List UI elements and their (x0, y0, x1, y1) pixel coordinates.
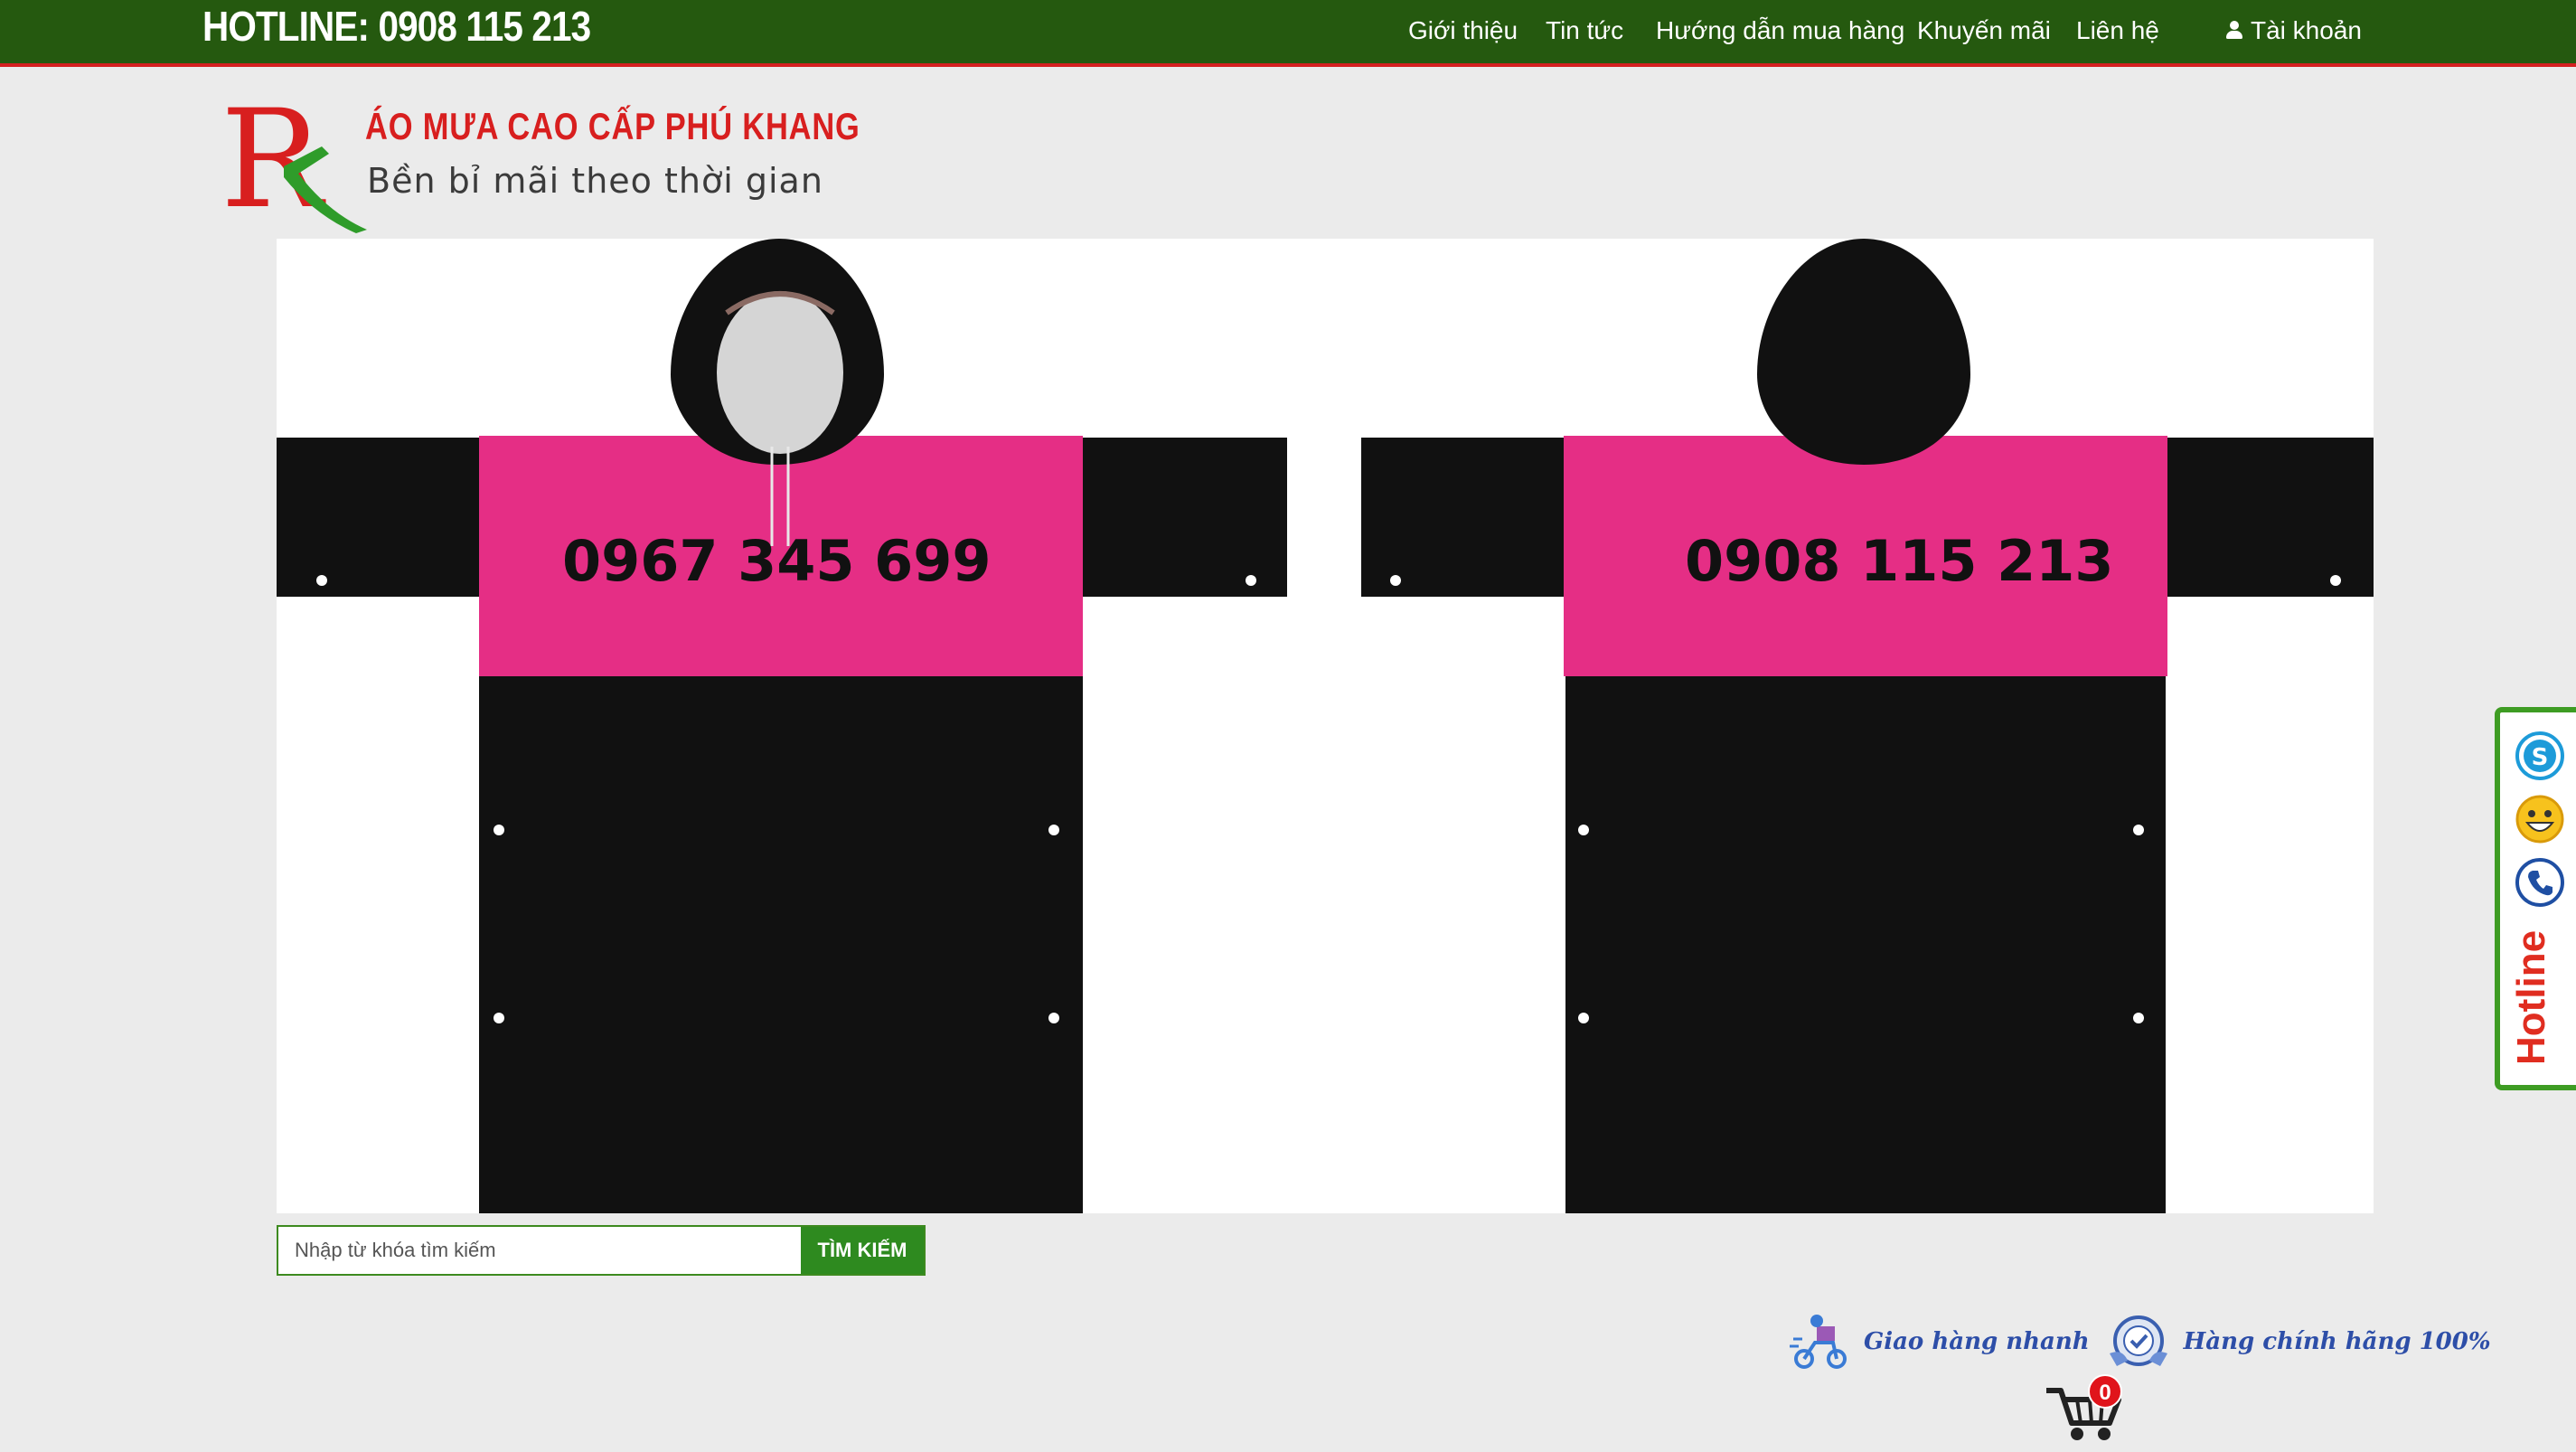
nav-tin-tuc[interactable]: Tin tức (1546, 16, 1623, 45)
account-label: Tài khoản (2251, 16, 2362, 44)
feature-genuine-label: Hàng chính hãng 100% (2183, 1328, 2491, 1355)
search-button[interactable]: TÌM KIẾM (801, 1227, 924, 1274)
product-banner[interactable]: 0967 345 699 0908 115 213 (277, 239, 2374, 1213)
floating-contact-bar: S Hotline (2495, 707, 2576, 1090)
svg-text:S: S (2532, 744, 2549, 771)
feature-badges: Giao hàng nhanh Hàng chính hãng 100% (1790, 1306, 2507, 1378)
top-bar: HOTLINE: 0908 115 213 Giới thiệu Tin tức… (0, 0, 2576, 67)
delivery-icon (1790, 1315, 1847, 1369)
logo-title: ÁO MƯA CAO CẤP PHÚ KHANG (365, 105, 860, 147)
back-phone-number: 0908 115 213 (1685, 528, 2114, 594)
raincoat-front (277, 239, 1287, 1213)
nav-khuyen-mai[interactable]: Khuyến mãi (1917, 16, 2051, 45)
cart-button[interactable]: 0 (2045, 1374, 2131, 1443)
quality-badge-icon (2109, 1315, 2167, 1366)
hotline-text: HOTLINE: 0908 115 213 (202, 3, 591, 50)
raincoat-illustration: 0967 345 699 0908 115 213 (277, 239, 2374, 1213)
phone-icon[interactable] (2515, 857, 2565, 908)
hotline-vertical-label[interactable]: Hotline (2509, 930, 2554, 1065)
nav-gioi-thieu[interactable]: Giới thiệu (1408, 16, 1518, 45)
logo-slogan: Bền bỉ mãi theo thời gian (367, 161, 823, 201)
front-phone-number: 0967 345 699 (562, 528, 992, 594)
user-icon (2225, 21, 2243, 41)
feature-genuine: Hàng chính hãng 100% (2106, 1312, 2491, 1372)
search-form: TÌM KIẾM (277, 1225, 926, 1276)
account-link[interactable]: Tài khoản (2225, 16, 2362, 45)
raincoat-back (1361, 239, 2374, 1213)
logo-mark-icon: R (221, 87, 367, 239)
nav-lien-he[interactable]: Liên hệ (2076, 16, 2159, 45)
skype-icon[interactable]: S (2515, 731, 2565, 781)
yahoo-messenger-icon[interactable] (2515, 794, 2565, 844)
cart-count-badge: 0 (2088, 1374, 2122, 1409)
nav-huong-dan-mua-hang[interactable]: Hướng dẫn mua hàng (1656, 16, 1904, 45)
feature-fast-delivery: Giao hàng nhanh (1790, 1312, 2090, 1372)
feature-fast-delivery-label: Giao hàng nhanh (1864, 1328, 2090, 1355)
site-logo[interactable]: R ÁO MƯA CAO CẤP PHÚ KHANG Bền bỉ mãi th… (221, 87, 860, 240)
search-input[interactable] (278, 1227, 801, 1274)
